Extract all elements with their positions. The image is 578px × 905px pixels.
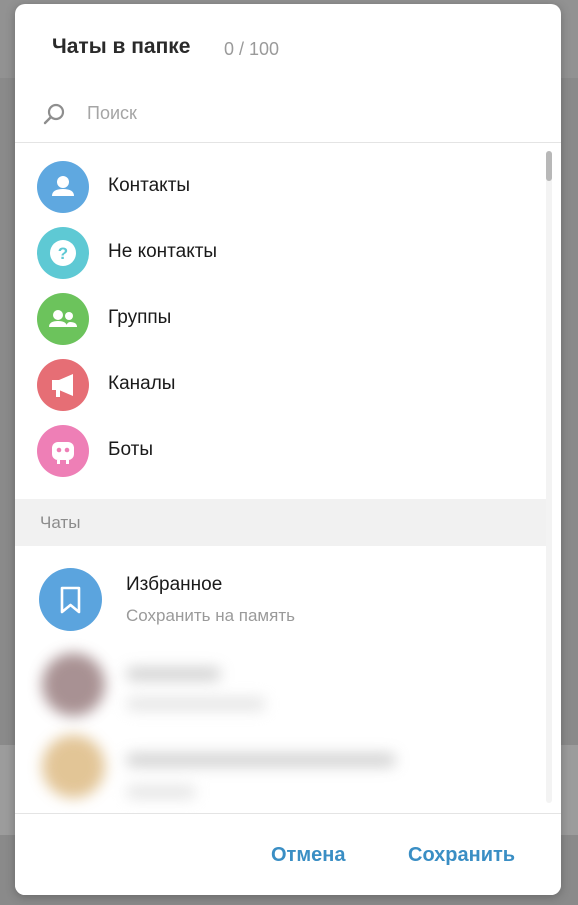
save-button[interactable]: Сохранить <box>408 844 515 867</box>
search-icon <box>41 101 67 127</box>
chat-type-non-contacts[interactable]: ? Не контакты <box>15 219 547 285</box>
chat-type-channels[interactable]: Каналы <box>15 351 547 417</box>
megaphone-icon <box>37 359 89 411</box>
dialog-footer: Отмена Сохранить <box>15 813 561 895</box>
scrollbar-track[interactable] <box>546 151 552 803</box>
cancel-button[interactable]: Отмена <box>271 844 345 867</box>
chat-type-label: Не контакты <box>108 241 218 262</box>
chat-name: Избранное <box>126 574 223 595</box>
chat-type-contacts[interactable]: Контакты <box>15 153 547 219</box>
blurred-subtitle <box>126 697 266 711</box>
svg-text:?: ? <box>58 244 68 263</box>
robot-icon <box>37 425 89 477</box>
chat-item-blurred[interactable] <box>15 727 547 811</box>
search-input[interactable] <box>87 98 527 128</box>
chats-section-header: Чаты <box>15 499 547 546</box>
chat-list: Контакты ? Не контакты Группы Каналы Бот… <box>15 143 561 813</box>
chat-type-label: Контакты <box>108 175 191 196</box>
chat-type-groups[interactable]: Группы <box>15 285 547 351</box>
blurred-subtitle <box>126 785 196 799</box>
dialog-title: Чаты в папке <box>52 35 191 58</box>
chat-subtitle: Сохранить на память <box>126 606 295 625</box>
scrollbar-thumb[interactable] <box>546 151 552 181</box>
chat-type-label: Группы <box>108 307 172 328</box>
chat-type-label: Каналы <box>108 373 176 394</box>
user-icon <box>37 161 89 213</box>
dialog-header: Чаты в папке 0 / 100 <box>15 4 561 94</box>
question-icon: ? <box>37 227 89 279</box>
chat-type-bots[interactable]: Боты <box>15 417 547 483</box>
avatar <box>42 735 105 798</box>
avatar <box>42 653 105 716</box>
blurred-name <box>126 753 396 767</box>
group-icon <box>37 293 89 345</box>
chat-item-saved-messages[interactable]: Избранное Сохранить на память <box>15 557 547 641</box>
search-bar <box>15 88 561 143</box>
section-title: Чаты <box>40 513 81 532</box>
blurred-name <box>126 667 221 681</box>
chat-item-blurred[interactable] <box>15 643 547 727</box>
selected-counter: 0 / 100 <box>224 39 280 59</box>
chat-type-label: Боты <box>108 439 153 460</box>
bookmark-icon <box>39 568 102 631</box>
folder-chats-dialog: Чаты в папке 0 / 100 Контакты <box>15 4 561 895</box>
